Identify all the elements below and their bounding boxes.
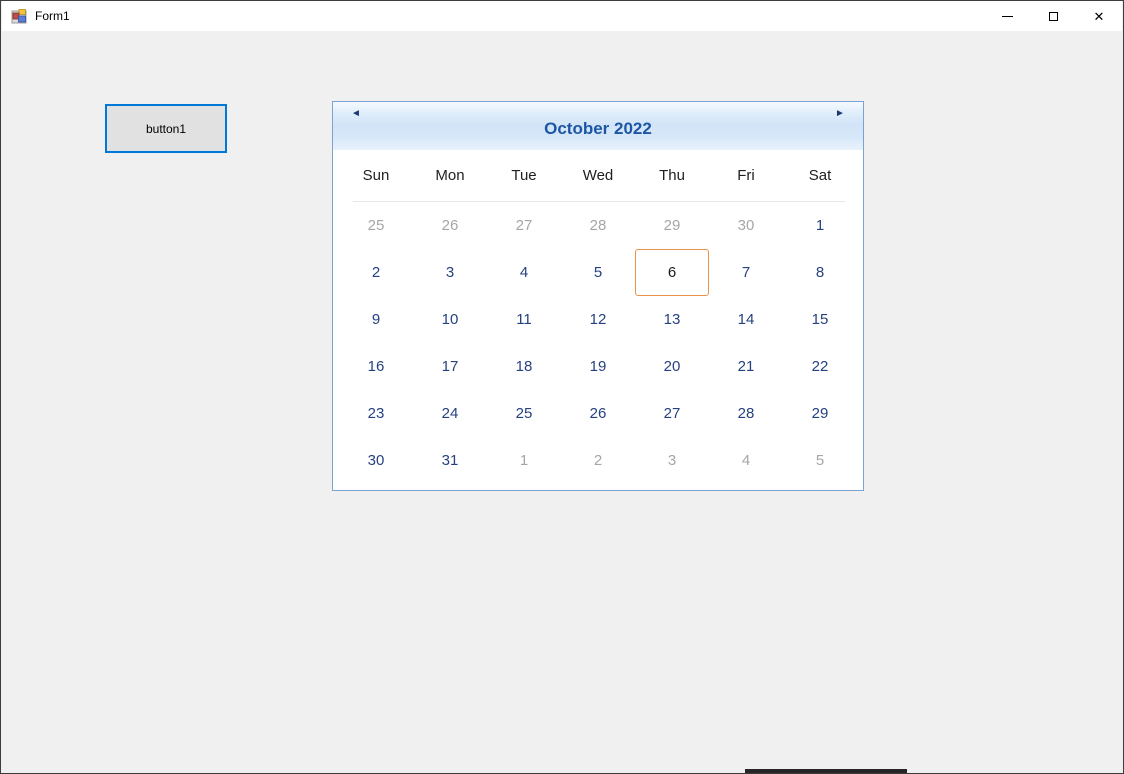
calendar-day[interactable]: 21 [709,343,783,390]
calendar-day[interactable]: 4 [709,437,783,484]
calendar-day[interactable]: 5 [783,437,857,484]
day-name-sat: Sat [808,167,832,184]
calendar-day[interactable]: 25 [487,390,561,437]
calendar-day[interactable]: 3 [635,437,709,484]
maximize-icon [1048,11,1058,21]
calendar-day[interactable]: 2 [339,249,413,296]
day-name-fri: Fri [737,167,755,184]
calendar-day-today[interactable]: 6 [635,249,709,296]
calendar-day[interactable]: 5 [561,249,635,296]
day-name-wed: Wed [582,167,614,184]
calendar-day[interactable]: 29 [783,390,857,437]
maximize-button[interactable] [1030,1,1076,31]
calendar-day[interactable]: 1 [783,202,857,249]
calendar-day[interactable]: 18 [487,343,561,390]
calendar-day[interactable]: 26 [561,390,635,437]
calendar-day[interactable]: 10 [413,296,487,343]
calendar-day[interactable]: 25 [339,202,413,249]
day-name-mon: Mon [435,167,465,184]
month-calendar: ◄ October 2022 ► Sun Mon Tue Wed Thu Fri Sat 2… [332,101,864,491]
calendar-day[interactable]: 27 [487,202,561,249]
calendar-day[interactable]: 12 [561,296,635,343]
day-name-tue: Tue [511,167,537,184]
calendar-day[interactable]: 30 [709,202,783,249]
calendar-day[interactable]: 22 [783,343,857,390]
calendar-day[interactable]: 16 [339,343,413,390]
calendar-day[interactable]: 30 [339,437,413,484]
window-title: Form1 [35,9,70,23]
title-bar: Form1 ✕ [2,1,1122,31]
minimize-icon [1001,15,1013,17]
next-month-arrow-icon[interactable]: ► [829,105,851,121]
calendar-day[interactable]: 26 [413,202,487,249]
calendar-day[interactable]: 15 [783,296,857,343]
calendar-day[interactable]: 4 [487,249,561,296]
day-name-thu: Thu [659,167,685,184]
calendar-day[interactable]: 7 [709,249,783,296]
calendar-day[interactable]: 31 [413,437,487,484]
minimize-button[interactable] [984,1,1030,31]
winforms-app-icon [11,9,27,24]
form1-window: Form1 ✕ button1 ◄ October 2022 ► Sun Mon T… [0,0,1124,774]
window-controls: ✕ [984,1,1122,31]
calendar-day[interactable]: 29 [635,202,709,249]
calendar-day[interactable]: 1 [487,437,561,484]
close-icon: ✕ [1093,8,1105,24]
button1[interactable]: button1 [105,104,227,153]
calendar-day[interactable]: 3 [413,249,487,296]
calendar-day[interactable]: 2 [561,437,635,484]
calendar-day[interactable]: 13 [635,296,709,343]
calendar-day[interactable]: 23 [339,390,413,437]
calendar-day[interactable]: 19 [561,343,635,390]
calendar-grid: 25 26 27 28 29 30 1 2 3 4 5 6 7 8 9 10 11 12 13 14 15 16 17 18 1… [333,202,863,484]
previous-month-arrow-icon[interactable]: ◄ [345,105,367,121]
calendar-day[interactable]: 28 [709,390,783,437]
calendar-day[interactable]: 24 [413,390,487,437]
calendar-day-names: Sun Mon Tue Wed Thu Fri Sat [333,150,863,201]
calendar-day[interactable]: 28 [561,202,635,249]
bottom-edge-artifact [745,769,907,773]
calendar-day[interactable]: 14 [709,296,783,343]
calendar-month-title[interactable]: October 2022 [544,113,652,139]
calendar-header: ◄ October 2022 ► [333,102,863,150]
calendar-day[interactable]: 9 [339,296,413,343]
day-name-sun: Sun [362,167,390,184]
calendar-day[interactable]: 8 [783,249,857,296]
calendar-day[interactable]: 27 [635,390,709,437]
calendar-day[interactable]: 11 [487,296,561,343]
close-button[interactable]: ✕ [1076,1,1122,31]
calendar-day[interactable]: 17 [413,343,487,390]
calendar-day[interactable]: 20 [635,343,709,390]
